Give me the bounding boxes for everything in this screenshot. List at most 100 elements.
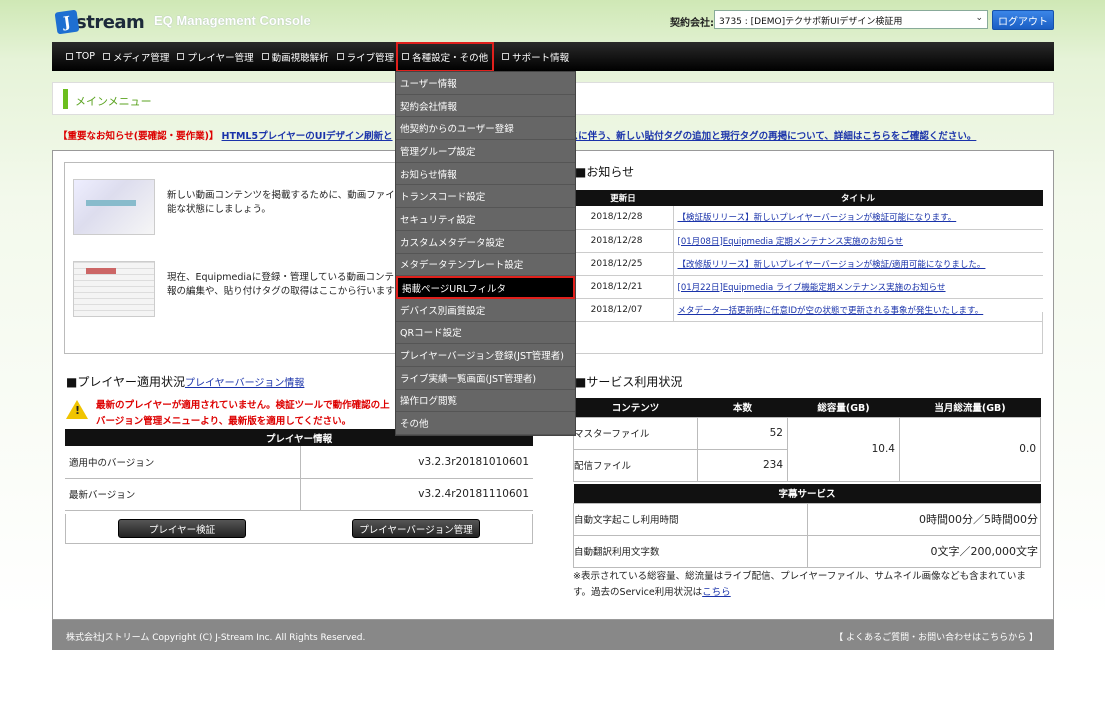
auto-transcribe-label: 自動文字起こし利用時間: [573, 502, 808, 536]
past-usage-link[interactable]: こちら: [702, 587, 731, 598]
menu-item-player-version-register[interactable]: プレイヤーバージョン登録(JST管理者): [396, 344, 575, 367]
nav-label: 各種設定・その他: [412, 52, 489, 64]
nav-label: 動画視聴解析: [271, 52, 329, 64]
news-title: ■お知らせ: [575, 165, 635, 179]
menu-item-user-info[interactable]: ユーザー情報: [396, 72, 575, 95]
news-table: 更新日 タイトル 2018/12/28 【検証版リリース】新しいプレイヤーバージョン…: [573, 190, 1043, 322]
menu-item-live-results[interactable]: ライブ実績一覧画面(JST管理者): [396, 367, 575, 390]
nav-label: サポート情報: [512, 52, 570, 64]
menu-item-group-settings[interactable]: 管理グループ設定: [396, 140, 575, 163]
col-header: 本数: [697, 398, 788, 417]
menu-item-contract-info[interactable]: 契約会社情報: [396, 95, 575, 118]
player-version-info-link[interactable]: プレイヤーバージョン情報: [185, 378, 304, 389]
logout-button[interactable]: ログアウト: [992, 10, 1054, 30]
player-verify-button[interactable]: プレイヤー検証: [118, 519, 246, 538]
faq-link[interactable]: 【 よくあるご質問・お問い合わせはこちらから 】: [834, 630, 1038, 643]
news-date: 2018/12/28: [573, 229, 673, 253]
menu-item-device-quality[interactable]: デバイス別画質設定: [396, 299, 575, 322]
page-title: メインメニュー: [75, 95, 152, 108]
table-row: 2018/12/28 【検証版リリース】新しいプレイヤーバージョンが検証可能になり…: [573, 206, 1043, 230]
manage-thumbnail: [73, 261, 155, 317]
col-header: コンテンツ: [573, 398, 698, 417]
nav-top[interactable]: TOP: [66, 46, 95, 68]
table-row: マスターファイル 52 10.4 0.0: [573, 416, 1041, 482]
service-note: ※表示されている総容量、総流量はライブ配信、プレイヤーファイル、サムネイル画像な…: [573, 569, 1043, 601]
chevron-down-icon: ⌄: [975, 13, 983, 23]
contract-select[interactable]: 3735 : [DEMO]テクサポ新UIデザイン検証用 ⌄: [714, 10, 988, 29]
upload-thumbnail: [73, 179, 155, 235]
nav-label: メディア管理: [113, 52, 170, 64]
warning-line: 最新のプレイヤーが適用されていません。検証ツールで動作確認の上: [96, 400, 390, 411]
latest-version-label: 最新バージョン: [65, 478, 300, 511]
player-version-manage-button[interactable]: プレイヤーバージョン管理: [352, 519, 480, 538]
notice-urgent-label: 【重要なお知らせ(要確認・要作業)】: [58, 131, 219, 142]
auto-transcribe-value: 0時間00分／5時間00分: [807, 502, 1041, 536]
news-date: 2018/12/28: [573, 206, 673, 230]
nav-live[interactable]: ライブ管理: [336, 46, 395, 68]
menu-item-url-filter[interactable]: 掲載ページURLフィルタ: [396, 276, 575, 299]
table-row: 2018/12/21 [01月22日]Equipmedia ライブ機能定期メンテナ…: [573, 275, 1043, 299]
auto-translate-label: 自動翻訳利用文字数: [573, 534, 808, 568]
current-version-value: v3.2.3r20181010601: [299, 446, 533, 479]
copyright: 株式会社Jストリーム Copyright (C) J-Stream Inc. A…: [66, 633, 366, 643]
table-row: 自動文字起こし利用時間 0時間00分／5時間00分: [573, 502, 1041, 536]
nav-analytics[interactable]: 動画視聴解析: [261, 46, 329, 68]
menu-item-notice-info[interactable]: お知らせ情報: [396, 163, 575, 186]
table-row: 2018/12/25 【改修版リリース】新しいプレイヤーバージョンが検証/適用可能…: [573, 252, 1043, 276]
menu-item-qr-code[interactable]: QRコード設定: [396, 322, 575, 345]
checkbox-icon: [177, 53, 185, 60]
menu-item-operation-log[interactable]: 操作ログ閲覧: [396, 390, 575, 413]
checkbox-icon: [502, 53, 510, 60]
service-usage-title: ■サービス利用状況: [575, 375, 683, 389]
menu-item-metadata-template[interactable]: メタデータテンプレート設定: [396, 254, 575, 277]
auto-translate-value: 0文字／200,000文字: [807, 534, 1041, 568]
menu-item-other[interactable]: その他: [396, 412, 575, 435]
current-version-label: 適用中のバージョン: [65, 446, 300, 479]
latest-version-value: v3.2.4r20181110601: [299, 478, 533, 511]
delivery-file-count: 234: [697, 448, 788, 482]
warning-line: バージョン管理メニューより、最新版を適用してください。: [96, 416, 352, 427]
table-row: 最新バージョン v3.2.4r20181110601: [65, 478, 533, 511]
news-col-date: 更新日: [573, 190, 673, 206]
service-usage-table: コンテンツ 本数 総容量(GB) 当月総流量(GB) マスターファイル 52 1…: [573, 398, 1041, 482]
contract-select-value: 3735 : [DEMO]テクサポ新UIデザイン検証用: [719, 17, 903, 27]
col-header: 当月総流量(GB): [899, 398, 1041, 417]
total-size: 10.4: [787, 416, 900, 482]
caption-service-table: 字幕サービス 自動文字起こし利用時間 0時間00分／5時間00分 自動翻訳利用文字…: [573, 484, 1041, 568]
nav-settings[interactable]: 各種設定・その他: [396, 41, 495, 72]
menu-item-transcode[interactable]: トランスコード設定: [396, 185, 575, 209]
nav-label: プレイヤー管理: [187, 52, 254, 64]
news-table-footer: [573, 312, 1043, 354]
notice-link[interactable]: HTML5プレイヤーのUIデザイン刷新と: [222, 131, 393, 142]
checkbox-icon: [402, 53, 410, 60]
nav-player[interactable]: プレイヤー管理: [177, 46, 254, 68]
checkbox-icon: [103, 53, 111, 60]
news-link[interactable]: [01月08日]Equipmedia 定期メンテナンス実施のお知らせ: [678, 237, 904, 247]
news-link[interactable]: 【改修版リリース】新しいプレイヤーバージョンが検証/適用可能になりました。: [678, 260, 986, 270]
news-date: 2018/12/21: [573, 275, 673, 299]
logo-mark-icon: J: [54, 9, 80, 35]
nav-media[interactable]: メディア管理: [103, 46, 169, 68]
news-col-title: タイトル: [673, 190, 1043, 206]
notice-link-tail[interactable]: スに伴う、新しい貼付タグの追加と現行タグの再掲について、詳細はこちらをご確認くだ…: [569, 131, 977, 142]
logo[interactable]: J stream: [54, 8, 145, 36]
master-file-label: マスターファイル: [573, 416, 698, 450]
menu-item-custom-metadata[interactable]: カスタムメタデータ設定: [396, 231, 575, 254]
nav-support[interactable]: サポート情報: [502, 46, 569, 68]
contract-label: 契約会社:: [670, 18, 714, 29]
menu-item-security[interactable]: セキュリティ設定: [396, 208, 575, 231]
player-info-table: プレイヤー情報 適用中のバージョン v3.2.3r20181010601 最新バー…: [65, 429, 533, 511]
footer: 株式会社Jストリーム Copyright (C) J-Stream Inc. A…: [52, 620, 1054, 650]
player-warning: ! 最新のプレイヤーが適用されていません。検証ツールで動作確認の上 バージョン管…: [66, 398, 390, 430]
news-date: 2018/12/25: [573, 252, 673, 276]
app-title: EQ Management Console: [154, 13, 311, 28]
checkbox-icon: [336, 53, 344, 60]
table-row: 自動翻訳利用文字数 0文字／200,000文字: [573, 534, 1041, 568]
news-link[interactable]: 【検証版リリース】新しいプレイヤーバージョンが検証可能になります。: [678, 213, 957, 223]
delivery-file-label: 配信ファイル: [573, 448, 698, 482]
menu-item-cross-contract-user[interactable]: 他契約からのユーザー登録: [396, 117, 575, 141]
player-status-label: ■プレイヤー適用状況: [66, 375, 185, 389]
news-link[interactable]: [01月22日]Equipmedia ライブ機能定期メンテナンス実施のお知らせ: [678, 283, 946, 293]
table-row: 2018/12/28 [01月08日]Equipmedia 定期メンテナンス実施の…: [573, 229, 1043, 253]
nav-label: ライブ管理: [346, 52, 395, 64]
